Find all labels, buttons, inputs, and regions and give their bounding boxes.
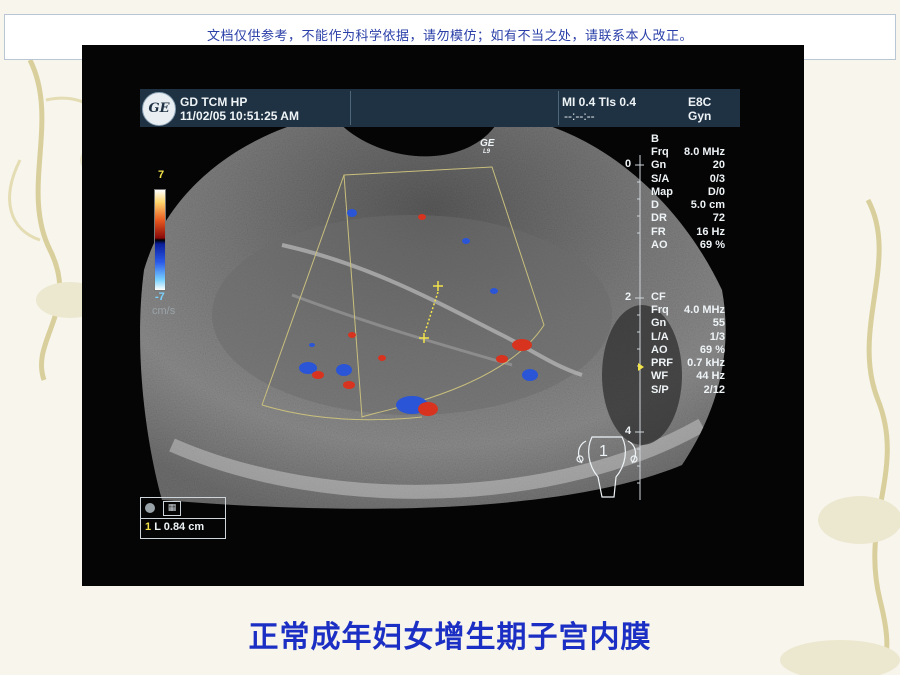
bmode-title: B [651, 133, 659, 145]
param-value: 0.7 kHz [687, 357, 725, 370]
param-row: AO 69 % [651, 239, 725, 252]
param-value: 0/3 [709, 172, 725, 185]
param-row: PRF 0.7 kHz [651, 357, 725, 370]
ultrasound-image: GE L9 GE GD TCM HP 11/02/05 10:51:25 AM [82, 45, 804, 586]
site-name: GD TCM HP [180, 95, 248, 109]
colorbar-unit: cm/s [152, 305, 176, 317]
param-row: Gn 55 [651, 317, 725, 330]
header-divider [558, 91, 559, 125]
velocity-colorbar [154, 189, 166, 291]
param-key: PRF [651, 357, 673, 370]
measurement-box: ▦ 1 L 0.84 cm [140, 497, 226, 539]
param-key: AO [651, 343, 668, 356]
param-row: FR 16 Hz [651, 226, 725, 239]
param-value: 16 Hz [696, 225, 725, 238]
param-value: 55 [712, 317, 725, 330]
depth-label: 2 [625, 291, 632, 303]
cf-title: CF [651, 291, 666, 303]
param-key: DR [651, 212, 667, 225]
mi-tis-readout: MI 0.4 TIs 0.4 [562, 95, 637, 109]
measurement-value: L 0.84 cm [154, 521, 205, 533]
param-row: Frq 8.0 MHz [651, 146, 725, 159]
preset-name: Gyn [688, 109, 712, 123]
param-row: DR 72 [651, 212, 725, 225]
measurement-readout: 1 L 0.84 cm [145, 521, 204, 533]
param-key: D [651, 199, 659, 212]
param-row: S/A 0/3 [651, 173, 725, 186]
ge-logo: GE [142, 92, 176, 126]
param-value: D/0 [707, 185, 725, 198]
param-key: FR [651, 225, 666, 238]
param-key: Gn [651, 159, 667, 172]
record-dot-icon [145, 503, 155, 513]
cf-params: Frq 4.0 MHz Gn 55 L/A 1/3 AO 69 % PRF 0.7 kHz… [651, 304, 725, 397]
param-key: L/A [651, 330, 669, 343]
measurement-divider [141, 518, 225, 519]
depth-label: 0 [625, 158, 632, 170]
param-value: 69 % [699, 239, 725, 252]
slide-caption: 正常成年妇女增生期子宫内膜 [248, 620, 652, 655]
param-key: S/A [651, 172, 670, 185]
colorbar-max: 7 [158, 169, 165, 181]
param-value: 20 [712, 159, 725, 172]
probe-name: E8C [688, 95, 712, 109]
param-key: Map [651, 185, 673, 198]
caliper-icon: ▦ [163, 501, 181, 516]
svg-text:L9: L9 [483, 149, 491, 155]
param-value: 8.0 MHz [684, 146, 725, 158]
probe-orientation-mark: GE [480, 138, 495, 149]
body-marker-label: 1 [599, 443, 608, 460]
header-divider [350, 91, 351, 125]
param-row: S/P 2/12 [651, 384, 725, 397]
measurement-index: 1 [145, 521, 152, 533]
param-row: Frq 4.0 MHz [651, 304, 725, 317]
param-key: WF [651, 370, 669, 383]
param-row: AO 69 % [651, 344, 725, 357]
param-value: 1/3 [709, 330, 725, 343]
disclaimer-text: 文档仅供参考，不能作为科学依据，请勿模仿；如有不当之处，请联系本人改正。 [206, 29, 693, 44]
param-row: WF 44 Hz [651, 370, 725, 383]
param-value: 72 [712, 212, 725, 225]
param-key: AO [651, 239, 668, 252]
bmode-params: Frq 8.0 MHz Gn 20 S/A 0/3 Map D/0 D 5.0 cm DR… [651, 146, 725, 252]
param-row: Gn 20 [651, 159, 725, 172]
param-value: 69 % [699, 343, 725, 356]
param-value: 5.0 cm [690, 199, 725, 212]
depth-label: 4 [625, 425, 632, 437]
param-key: Frq [651, 146, 669, 158]
param-row: D 5.0 cm [651, 199, 725, 212]
param-row: L/A 1/3 [651, 331, 725, 344]
param-key: Gn [651, 317, 667, 330]
timer-readout: --:--:-- [564, 109, 595, 123]
param-key: Frq [651, 304, 669, 316]
param-value: 4.0 MHz [684, 304, 725, 316]
param-row: Map D/0 [651, 186, 725, 199]
param-key: S/P [651, 383, 669, 396]
param-value: 44 Hz [696, 370, 725, 383]
exam-datetime: 11/02/05 10:51:25 AM [180, 109, 299, 123]
colorbar-min: -7 [155, 291, 165, 303]
param-value: 2/12 [703, 383, 725, 396]
